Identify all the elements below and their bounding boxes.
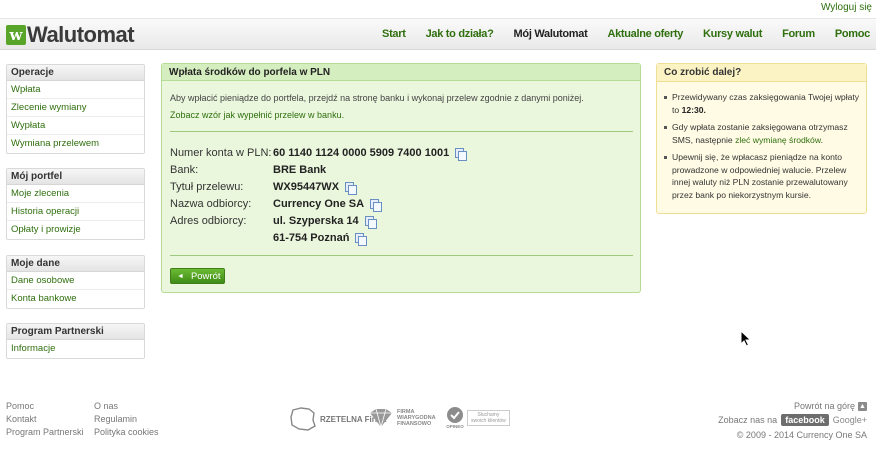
diamond-icon xyxy=(370,408,392,428)
badge-line: OPINEO xyxy=(446,424,464,429)
field-value: Currency One SA xyxy=(273,198,365,210)
item-text: . xyxy=(820,134,823,145)
booking-time: 12:30. xyxy=(681,104,706,115)
sidebar-operacje: Operacje Wpłata Zlecenie wymiany Wypłata… xyxy=(6,64,145,154)
sidebar-item-deposit[interactable]: Wpłata xyxy=(7,81,144,99)
recipient-name-value: Currency One SA xyxy=(273,198,383,212)
copy-icon[interactable] xyxy=(355,232,368,246)
copy-icon[interactable] xyxy=(455,147,468,161)
copy-icon[interactable] xyxy=(370,198,383,212)
sidebar-item-withdrawal[interactable]: Wypłata xyxy=(7,117,144,135)
footer-cookies-link[interactable]: Polityka cookies xyxy=(94,427,159,437)
sidebar-item-transfer-exchange[interactable]: Wymiana przelewem xyxy=(7,135,144,153)
copy-icon[interactable] xyxy=(364,215,377,229)
field-label: Numer konta w PLN: xyxy=(170,147,272,159)
copyright: © 2009 - 2014 Currency One SA xyxy=(736,430,867,440)
nav-current-offers[interactable]: Aktualne oferty xyxy=(607,28,683,40)
back-button-label: Powrót xyxy=(190,270,221,282)
field-value: WX95447WX xyxy=(273,181,340,193)
sidebar-dane: Moje dane Dane osobowe Konta bankowe xyxy=(6,255,145,309)
nav-help[interactable]: Pomoc xyxy=(835,28,870,40)
sidebar-item-history[interactable]: Historia operacji xyxy=(7,203,144,221)
field-value: ul. Szyperska 14 xyxy=(273,215,359,227)
back-arrow-icon: ◄ xyxy=(177,272,184,280)
sidebar-partner: Program Partnerski Informacje xyxy=(6,323,145,359)
back-to-top-link[interactable]: Powrót na górę ▲ xyxy=(794,401,867,411)
sidebar-item-fees[interactable]: Opłaty i prowizje xyxy=(7,221,144,239)
deposit-panel: Wpłata środków do porfela w PLN Aby wpła… xyxy=(161,63,641,293)
sidebar-item-exchange-order[interactable]: Zlecenie wymiany xyxy=(7,99,144,117)
walutomat-logo[interactable]: w Walutomat xyxy=(6,22,135,47)
nav-exchange-rates[interactable]: Kursy walut xyxy=(703,28,762,40)
mouse-cursor-icon xyxy=(740,330,752,347)
footer-help-link[interactable]: Pomoc xyxy=(6,401,34,411)
list-item: Upewnij się, że wpłacasz pieniądze na ko… xyxy=(663,151,863,201)
sidebar-item-bank-accounts[interactable]: Konta bankowe xyxy=(7,290,144,308)
next-steps-list: Przewidywany czas zaksięgowania Twojej w… xyxy=(663,91,863,206)
back-button[interactable]: ◄ Powrót xyxy=(170,268,225,284)
badge-text: FIRMA WIARYGODNA FINANSOWO xyxy=(397,409,436,427)
back-to-top-label: Powrót na górę xyxy=(793,401,855,411)
account-number-value: 60 1140 1124 0000 5909 7400 1001 xyxy=(273,147,468,161)
wiarygodna-firma-badge[interactable]: FIRMA WIARYGODNA FINANSOWO xyxy=(368,408,436,428)
next-steps-box: Co zrobić dalej? Przewidywany czas zaksi… xyxy=(656,63,867,214)
opineo-badge[interactable]: OPINEO Słuchamy swoich klientów xyxy=(446,406,510,429)
order-exchange-link[interactable]: zleć wymianę środków xyxy=(735,135,821,145)
poland-map-icon xyxy=(290,407,316,431)
badge-text: Słuchamy swoich klientów xyxy=(467,409,510,426)
item-text: Upewnij się, że wpłacasz pieniądze na ko… xyxy=(672,152,848,200)
footer-about-link[interactable]: O nas xyxy=(94,401,118,411)
field-label: Nazwa odbiorcy: xyxy=(170,198,252,210)
footer-terms-link[interactable]: Regulamin xyxy=(94,414,137,424)
footer-partner-link[interactable]: Program Partnerski xyxy=(6,427,84,437)
nav-start[interactable]: Start xyxy=(382,28,406,40)
google-plus-link[interactable]: Google+ xyxy=(833,415,867,425)
divider xyxy=(170,255,633,256)
sidebar-item-personal-data[interactable]: Dane osobowe xyxy=(7,272,144,290)
opineo-badge-icon xyxy=(447,407,463,423)
field-label: Adres odbiorcy: xyxy=(170,215,247,227)
nav-forum[interactable]: Forum xyxy=(782,28,815,40)
badge-line: swoich klientów xyxy=(471,417,506,424)
field-label: Bank: xyxy=(170,164,199,176)
sidebar-item-my-orders[interactable]: Moje zlecenia xyxy=(7,185,144,203)
field-value: 61-754 Poznań xyxy=(273,232,350,244)
see-us-on-label: Zobacz nas na xyxy=(718,415,778,425)
divider xyxy=(170,131,633,132)
sidebar-heading: Moje dane xyxy=(7,256,144,272)
bank-value: BRE Bank xyxy=(273,164,326,176)
sidebar-item-partner-info[interactable]: Informacje xyxy=(7,340,144,358)
recipient-address-value: ul. Szyperska 14 xyxy=(273,215,377,229)
list-item: Przewidywany czas zaksięgowania Twojej w… xyxy=(663,91,863,116)
sample-transfer-link[interactable]: Zobacz wzór jak wypełnić przelew w banku… xyxy=(170,110,344,120)
footer-contact-link[interactable]: Kontakt xyxy=(6,414,37,424)
facebook-link[interactable]: facebook xyxy=(781,414,829,426)
field-value: 60 1140 1124 0000 5909 7400 1001 xyxy=(273,147,450,159)
next-steps-title: Co zrobić dalej? xyxy=(657,64,866,82)
opineo-mark: OPINEO xyxy=(446,406,464,429)
badge-line: FINANSOWO xyxy=(397,421,432,427)
logo-mark: w xyxy=(6,25,26,45)
nav-how-it-works[interactable]: Jak to działa? xyxy=(426,28,494,40)
sidebar-heading: Program Partnerski xyxy=(7,324,144,340)
field-value: BRE Bank xyxy=(273,164,327,176)
deposit-instructions: Aby wpłacić pieniądze do portfela, przej… xyxy=(170,93,584,103)
arrow-up-icon: ▲ xyxy=(858,401,867,411)
copy-icon[interactable] xyxy=(345,181,358,195)
recipient-city-value: 61-754 Poznań xyxy=(273,232,368,246)
main-nav: Start Jak to działa? Mój Walutomat Aktua… xyxy=(362,28,870,40)
transfer-title-value: WX95447WX xyxy=(273,181,358,195)
sidebar-heading: Mój portfel xyxy=(7,169,144,185)
logout-link[interactable]: Wyloguj się xyxy=(821,2,872,13)
nav-my-walutomat[interactable]: Mój Walutomat xyxy=(514,28,588,40)
social-links: Zobacz nas na facebook Google+ xyxy=(718,414,867,426)
field-label: Tytuł przelewu: xyxy=(170,181,244,193)
panel-title: Wpłata środków do porfela w PLN xyxy=(162,64,640,81)
list-item: Gdy wpłata zostanie zaksięgowana otrzyma… xyxy=(663,121,863,146)
logo-name: Walutomat xyxy=(27,22,135,47)
sidebar-portfel: Mój portfel Moje zlecenia Historia opera… xyxy=(6,168,145,240)
sidebar-heading: Operacje xyxy=(7,65,144,81)
